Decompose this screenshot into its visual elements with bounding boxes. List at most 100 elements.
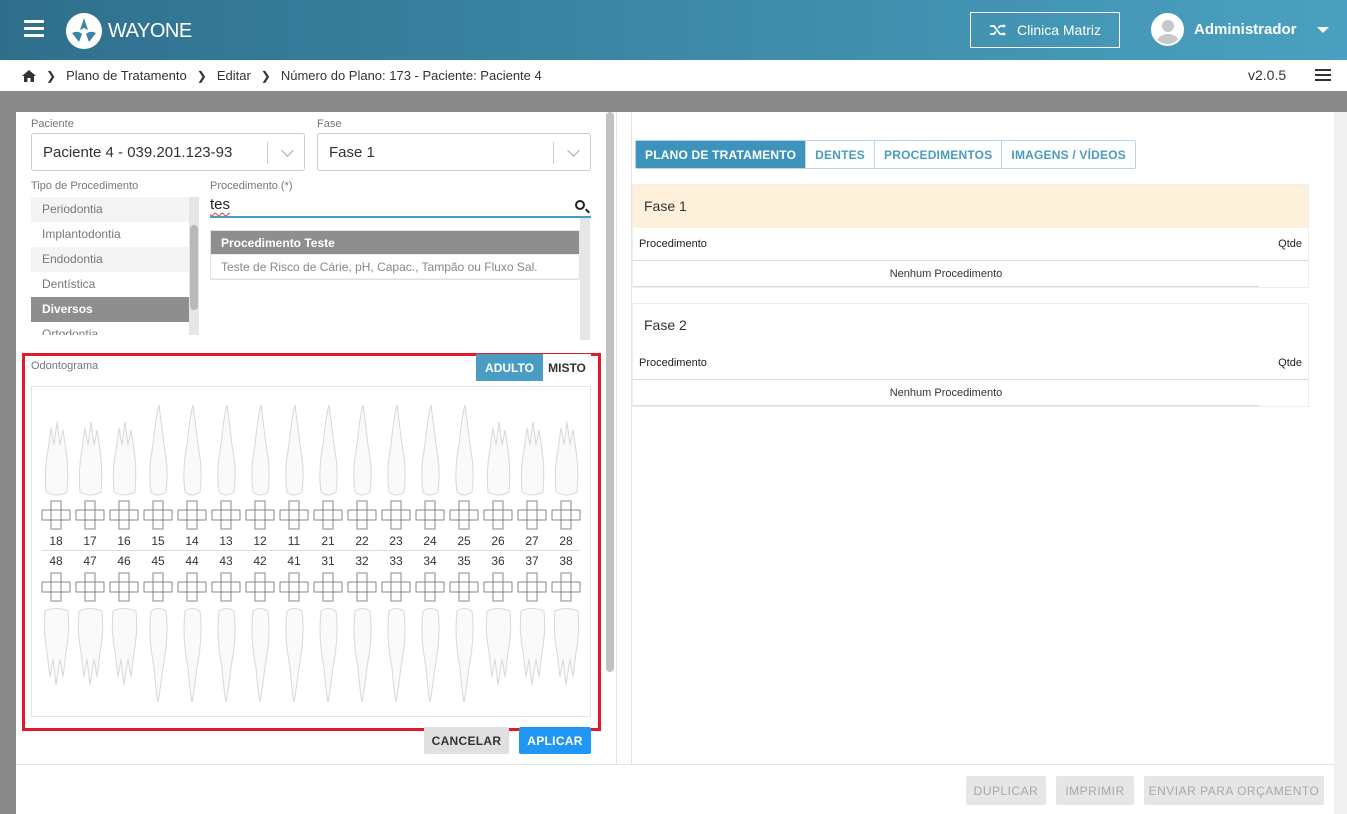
tooth-surface-selector[interactable] — [75, 572, 105, 602]
list-menu-icon[interactable] — [1315, 69, 1331, 82]
tooth-surface-selector[interactable] — [551, 500, 581, 530]
list-item[interactable]: Periodontia — [31, 197, 199, 222]
cancel-button[interactable]: CANCELAR — [424, 727, 509, 754]
breadcrumb-item-edit[interactable]: Editar — [217, 68, 251, 83]
breadcrumb-item-plan[interactable]: Plano de Tratamento — [66, 68, 187, 83]
tooth-icon[interactable] — [245, 400, 275, 500]
tooth-icon[interactable] — [177, 607, 207, 707]
tooth-surface-selector[interactable] — [245, 500, 275, 530]
tooth-surface-selector[interactable] — [381, 500, 411, 530]
list-item[interactable]: Ortodontia — [31, 322, 199, 335]
tooth-icon[interactable] — [381, 607, 411, 707]
tooth-surface-selector[interactable] — [415, 572, 445, 602]
left-pane-scrollbar[interactable] — [606, 112, 614, 672]
list-item-selected[interactable]: Procedimento Teste — [211, 231, 579, 255]
tooth-surface-selector[interactable] — [41, 500, 71, 530]
phase-select[interactable]: Fase 1 — [317, 133, 591, 171]
tooth-surface-selector[interactable] — [41, 572, 71, 602]
tab-images-videos[interactable]: IMAGENS / VÍDEOS — [1002, 141, 1135, 168]
tooth-surface-selector[interactable] — [483, 572, 513, 602]
tooth-surface-selector[interactable] — [143, 572, 173, 602]
send-budget-button[interactable]: ENVIAR PARA ORÇAMENTO — [1144, 776, 1324, 805]
tooth-surface-selector[interactable] — [551, 572, 581, 602]
tooth-surface-selector[interactable] — [347, 572, 377, 602]
tooth-surface-selector[interactable] — [381, 572, 411, 602]
tooth-icon[interactable] — [415, 607, 445, 707]
tab-treatment-plan[interactable]: PLANO DE TRATAMENTO — [636, 141, 807, 168]
tooth-icon[interactable] — [483, 400, 513, 500]
tab-procedures[interactable]: PROCEDIMENTOS — [875, 141, 1003, 168]
tooth-surface-selector[interactable] — [143, 500, 173, 530]
patient-select[interactable]: Paciente 4 - 039.201.123-93 — [31, 133, 305, 171]
procedure-list-scrollbar[interactable] — [580, 218, 590, 340]
tooth-surface-selector[interactable] — [211, 500, 241, 530]
user-menu[interactable]: Administrador — [1151, 13, 1329, 46]
tooth-icon[interactable] — [143, 400, 173, 500]
tooth-icon[interactable] — [109, 607, 139, 707]
tooth-icon[interactable] — [483, 607, 513, 707]
phase-title[interactable]: Fase 1 — [633, 185, 1308, 228]
tooth-surface-selector[interactable] — [449, 500, 479, 530]
tooth-surface-selector[interactable] — [177, 572, 207, 602]
type-list-scrollbar[interactable] — [189, 197, 199, 335]
tooth-icon[interactable] — [517, 607, 547, 707]
tooth-surface-selector[interactable] — [313, 572, 343, 602]
tooth-surface-selector[interactable] — [211, 572, 241, 602]
apply-button[interactable]: APLICAR — [519, 727, 591, 754]
tooth-icon[interactable] — [143, 607, 173, 707]
tooth-surface-selector[interactable] — [517, 572, 547, 602]
phase-title[interactable]: Fase 2 — [633, 304, 1308, 347]
page-scrollbar[interactable] — [1334, 112, 1347, 814]
tooth-surface-selector[interactable] — [347, 500, 377, 530]
tooth-icon[interactable] — [551, 400, 581, 500]
tooth-icon[interactable] — [279, 400, 309, 500]
list-item[interactable]: Dentística — [31, 272, 199, 297]
tooth-icon[interactable] — [177, 400, 207, 500]
tooth-icon[interactable] — [313, 607, 343, 707]
list-item[interactable]: Implantodontia — [31, 222, 199, 247]
list-item-selected[interactable]: Diversos — [31, 297, 199, 322]
tooth-icon[interactable] — [109, 400, 139, 500]
tooth-icon[interactable] — [279, 607, 309, 707]
tooth-icon[interactable] — [347, 607, 377, 707]
list-item[interactable]: Endodontia — [31, 247, 199, 272]
tooth-surface-selector[interactable] — [483, 500, 513, 530]
tooth-surface-selector[interactable] — [279, 572, 309, 602]
tooth-icon[interactable] — [211, 607, 241, 707]
tooth-icon[interactable] — [415, 400, 445, 500]
tooth-icon[interactable] — [75, 400, 105, 500]
list-item[interactable]: Teste de Risco de Cárie, pH, Capac., Tam… — [211, 255, 579, 279]
tooth-surface-selector[interactable] — [109, 572, 139, 602]
procedure-type-list[interactable]: Periodontia Implantodontia Endodontia De… — [31, 197, 199, 335]
tab-teeth[interactable]: DENTES — [806, 141, 876, 168]
hamburger-menu-icon[interactable] — [24, 20, 44, 38]
toggle-mixed[interactable]: MISTO — [543, 354, 591, 381]
tooth-icon[interactable] — [245, 607, 275, 707]
clinic-switch-button[interactable]: Clinica Matriz — [970, 12, 1120, 48]
print-button[interactable]: IMPRIMIR — [1056, 776, 1134, 805]
tooth-icon[interactable] — [449, 400, 479, 500]
tooth-icon[interactable] — [41, 400, 71, 500]
tooth-surface-selector[interactable] — [517, 500, 547, 530]
tooth-icon[interactable] — [41, 607, 71, 707]
procedure-search-input[interactable]: tes — [210, 196, 591, 218]
tooth-icon[interactable] — [551, 607, 581, 707]
tooth-surface-selector[interactable] — [75, 500, 105, 530]
tooth-icon[interactable] — [381, 400, 411, 500]
toggle-adult[interactable]: ADULTO — [476, 354, 543, 381]
tooth-surface-selector[interactable] — [415, 500, 445, 530]
tooth-surface-selector[interactable] — [313, 500, 343, 530]
tooth-icon[interactable] — [517, 400, 547, 500]
tooth-surface-selector[interactable] — [449, 572, 479, 602]
tooth-surface-selector[interactable] — [279, 500, 309, 530]
tooth-surface-selector[interactable] — [245, 572, 275, 602]
tooth-surface-selector[interactable] — [109, 500, 139, 530]
app-logo[interactable]: WAYONE — [66, 13, 192, 49]
tooth-icon[interactable] — [313, 400, 343, 500]
tooth-icon[interactable] — [75, 607, 105, 707]
search-icon[interactable] — [575, 200, 585, 210]
tooth-icon[interactable] — [347, 400, 377, 500]
home-icon[interactable] — [22, 69, 36, 82]
tooth-surface-selector[interactable] — [177, 500, 207, 530]
tooth-icon[interactable] — [449, 607, 479, 707]
